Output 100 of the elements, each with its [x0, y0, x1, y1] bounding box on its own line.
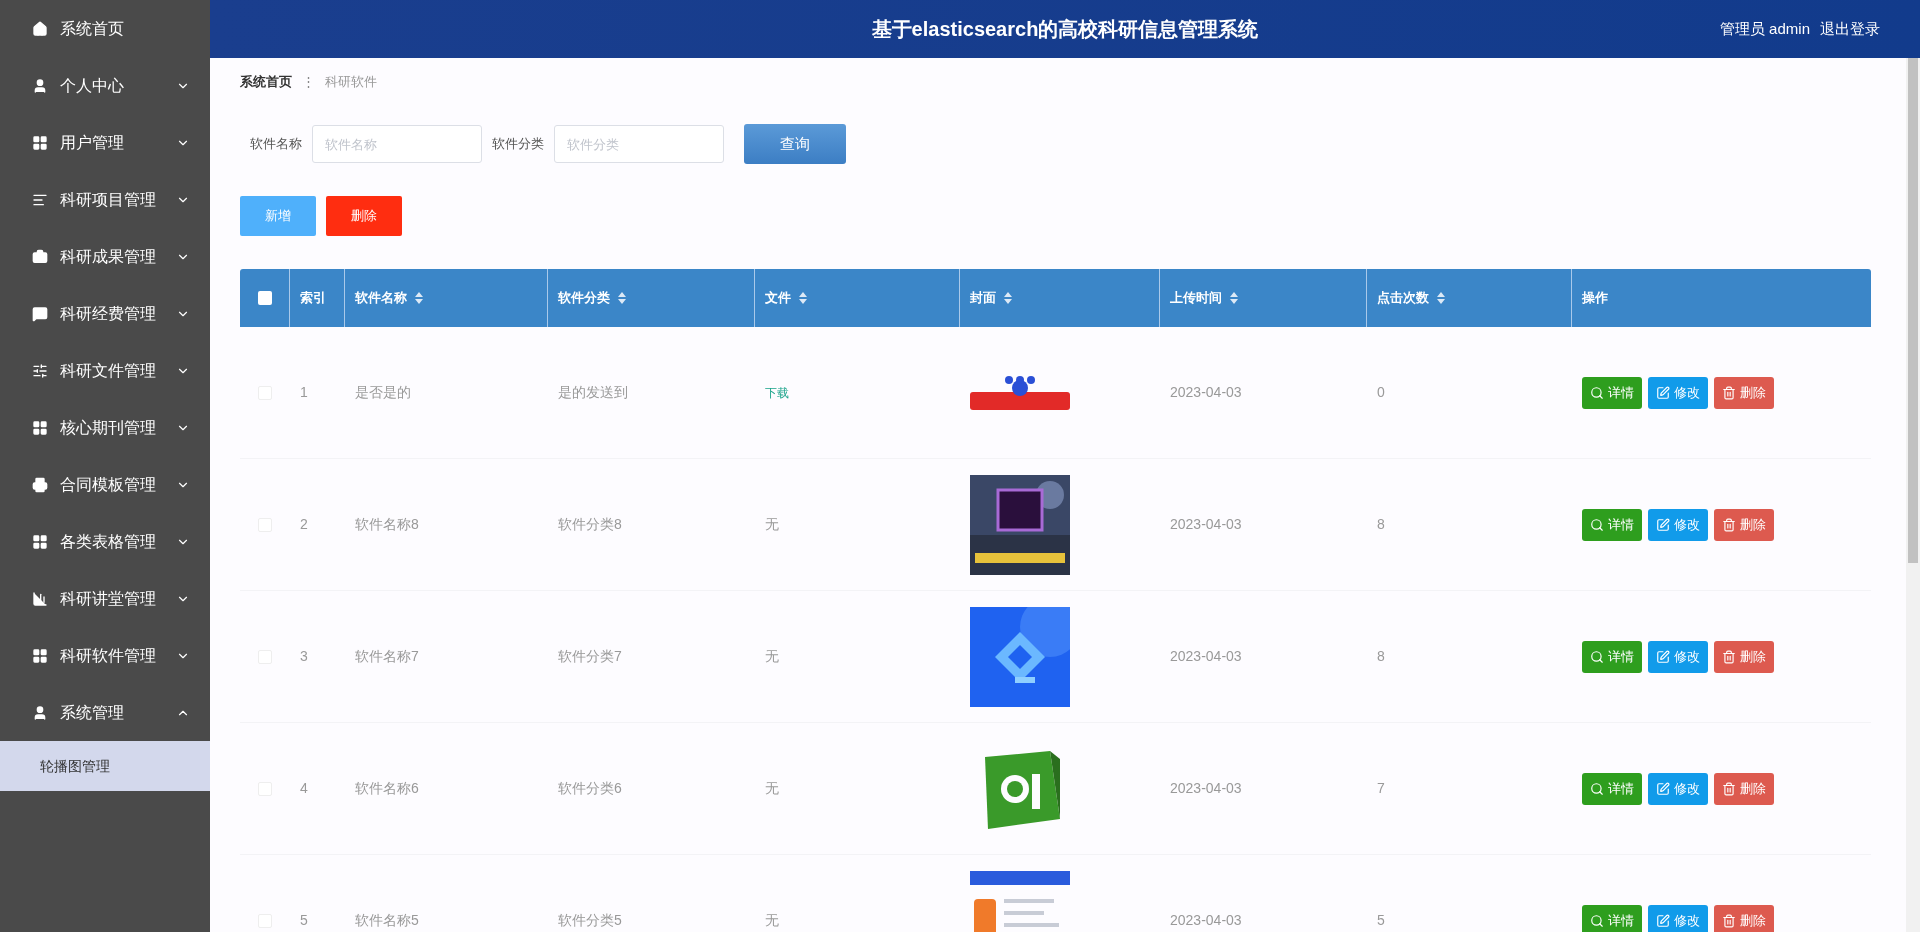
sidebar-label: 科研讲堂管理: [60, 588, 157, 609]
sidebar-item[interactable]: 用户管理: [0, 114, 210, 171]
search-icon: [1590, 781, 1604, 796]
sidebar-item[interactable]: 合同模板管理: [0, 456, 210, 513]
chat-icon: [32, 305, 48, 322]
column-header[interactable]: 封面: [970, 288, 1012, 308]
trash-icon: [1722, 517, 1736, 532]
table-cell: 2023-04-03: [1170, 648, 1242, 664]
sidebar-label: 科研项目管理: [60, 189, 157, 210]
column-header[interactable]: 软件名称: [355, 288, 423, 308]
table-cell: 软件名称6: [355, 780, 419, 796]
column-header[interactable]: 上传时间: [1170, 288, 1238, 308]
sidebar-item[interactable]: 科研文件管理: [0, 342, 210, 399]
table-cell: 无: [765, 516, 779, 532]
edit-button[interactable]: 修改: [1648, 376, 1708, 409]
table-cell: 软件名称7: [355, 648, 419, 664]
trash-icon: [1722, 385, 1736, 400]
sidebar-item[interactable]: 各类表格管理: [0, 513, 210, 570]
sidebar-item[interactable]: 系统首页: [0, 0, 210, 57]
sidebar-label: 科研经费管理: [60, 303, 157, 324]
sidebar-label: 科研成果管理: [60, 246, 157, 267]
detail-button[interactable]: 详情: [1582, 772, 1642, 805]
checkbox[interactable]: [257, 291, 272, 305]
search-icon: [1590, 385, 1604, 400]
delete-button[interactable]: 删除: [1714, 772, 1774, 805]
pencil-icon: [1656, 781, 1670, 796]
add-button[interactable]: 新增: [240, 196, 316, 236]
detail-button[interactable]: 详情: [1582, 508, 1642, 541]
sort-icon: [415, 292, 423, 304]
edit-button[interactable]: 修改: [1648, 508, 1708, 541]
column-header[interactable]: 点击次数: [1377, 288, 1445, 308]
sidebar-label: 系统管理: [60, 702, 125, 723]
logout-link[interactable]: 退出登录: [1820, 17, 1880, 41]
sidebar-label: 科研文件管理: [60, 360, 157, 381]
sidebar-item[interactable]: 系统管理: [0, 684, 210, 741]
detail-button[interactable]: 详情: [1582, 376, 1642, 409]
delete-button[interactable]: 删除: [1714, 508, 1774, 541]
search-field[interactable]: 软件名称: [312, 125, 482, 163]
table-cell: 2023-04-03: [1170, 384, 1242, 400]
table-cell: 软件名称5: [355, 912, 419, 928]
column-header: 索引: [300, 289, 326, 308]
table-cell: 无: [765, 780, 779, 796]
download-link[interactable]: 下载: [765, 386, 789, 400]
sliders-icon: [32, 362, 48, 379]
edit-button[interactable]: 修改: [1648, 904, 1708, 932]
table-cell: 软件分类6: [558, 780, 622, 796]
search-button[interactable]: 查询: [744, 124, 846, 164]
sidebar-item[interactable]: 个人中心: [0, 57, 210, 114]
sidebar-item[interactable]: 科研软件管理: [0, 627, 210, 684]
table-cell: 软件名称8: [355, 516, 419, 532]
table-cell: 0: [1377, 384, 1385, 400]
app-title: 基于elasticsearch的高校科研信息管理系统: [871, 17, 1259, 42]
delete-button[interactable]: 删除: [1714, 904, 1774, 932]
breadcrumb-item[interactable]: 系统首页: [240, 72, 292, 92]
table-cell: 软件分类5: [558, 912, 622, 928]
sort-icon: [1004, 292, 1012, 304]
submenu-item[interactable]: 轮播图管理: [0, 741, 210, 791]
sidebar-label: 系统首页: [60, 18, 125, 39]
bar-chart-icon: [32, 590, 48, 607]
sidebar-item[interactable]: 核心期刊管理: [0, 399, 210, 456]
briefcase-icon: [32, 248, 48, 265]
sidebar-item[interactable]: 科研经费管理: [0, 285, 210, 342]
home-icon: [32, 20, 48, 37]
sort-icon: [799, 292, 807, 304]
search-field[interactable]: 软件分类: [554, 125, 724, 163]
grid-icon: [32, 533, 48, 550]
delete-button[interactable]: 删除: [1714, 376, 1774, 409]
search-icon: [1590, 517, 1604, 532]
table-cell: 无: [765, 648, 779, 664]
trash-icon: [1722, 913, 1736, 928]
table-cell: 5: [300, 912, 308, 928]
column-header[interactable]: 软件分类: [558, 288, 626, 308]
sidebar-label: 核心期刊管理: [60, 417, 157, 438]
table-cell: 无: [765, 912, 779, 928]
edit-button[interactable]: 修改: [1648, 772, 1708, 805]
scrollbar[interactable]: [1906, 58, 1920, 932]
table-cell: 2023-04-03: [1170, 912, 1242, 928]
detail-button[interactable]: 详情: [1582, 904, 1642, 932]
table-cell: 软件分类8: [558, 516, 622, 532]
sidebar-item[interactable]: 科研讲堂管理: [0, 570, 210, 627]
breadcrumb-separator: ⋮: [302, 73, 315, 92]
detail-button[interactable]: 详情: [1582, 640, 1642, 673]
sidebar-label: 个人中心: [60, 75, 125, 96]
trash-icon: [1722, 781, 1736, 796]
sidebar-item[interactable]: 科研成果管理: [0, 228, 210, 285]
column-header: 操作: [1582, 289, 1608, 308]
delete-button[interactable]: 删除: [1714, 640, 1774, 673]
breadcrumb-item: 科研软件: [325, 73, 377, 92]
sidebar-item[interactable]: 科研项目管理: [0, 171, 210, 228]
column-header[interactable]: 文件: [765, 288, 807, 308]
table-cell: 8: [1377, 648, 1385, 664]
edit-button[interactable]: 修改: [1648, 640, 1708, 673]
sort-icon: [618, 292, 626, 304]
user-icon: [32, 704, 48, 721]
delete-button[interactable]: 删除: [326, 196, 402, 236]
table-cell: 2: [300, 516, 308, 532]
table-cell: 是否是的: [355, 384, 411, 400]
table-cell: 7: [1377, 780, 1385, 796]
sort-icon: [1437, 292, 1445, 304]
pencil-icon: [1656, 649, 1670, 664]
